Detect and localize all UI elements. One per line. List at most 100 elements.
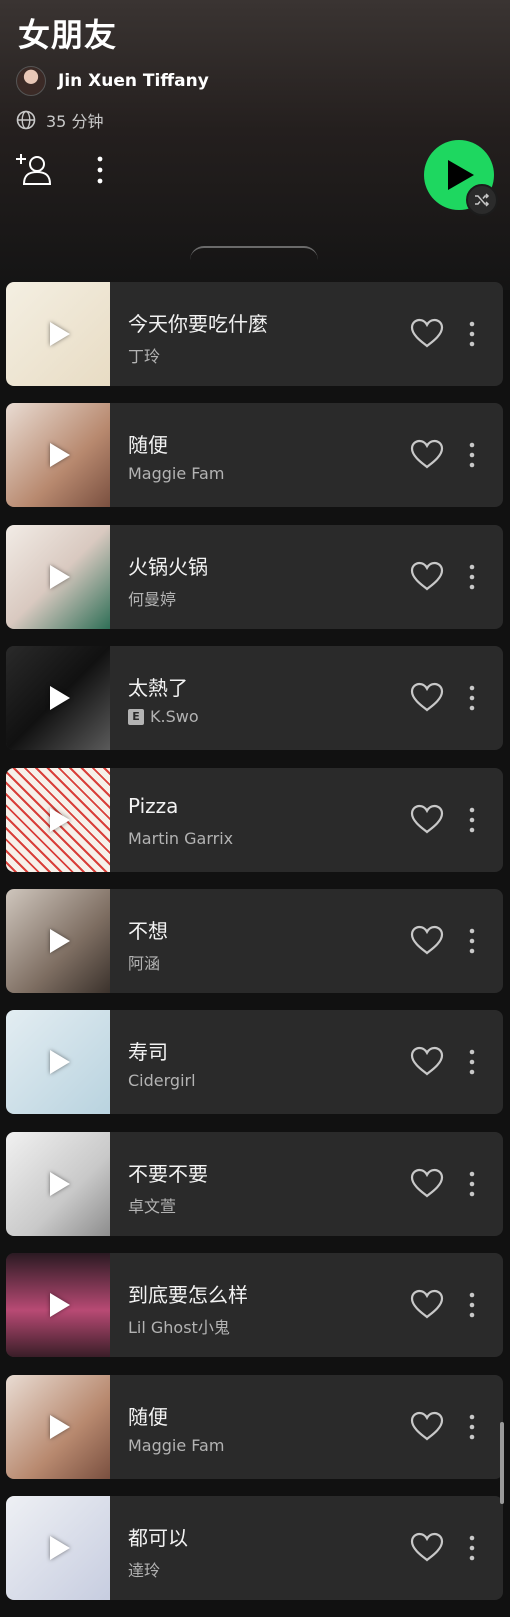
artist-name: 達玲 <box>128 1560 161 1580</box>
track-artist: Cidergirl <box>128 1071 196 1090</box>
track-title: 太熱了 <box>128 676 188 701</box>
album-cover[interactable] <box>6 888 110 993</box>
album-cover[interactable] <box>6 1374 110 1479</box>
album-cover[interactable] <box>6 1495 110 1600</box>
play-icon[interactable] <box>50 1171 70 1196</box>
like-button[interactable] <box>410 682 444 716</box>
track-more-button[interactable] <box>468 1170 476 1202</box>
track-more-button[interactable] <box>468 927 476 959</box>
track-more-button[interactable] <box>468 1291 476 1323</box>
like-button[interactable] <box>410 318 444 352</box>
album-cover[interactable] <box>6 767 110 872</box>
track-title: 不想 <box>128 918 168 943</box>
play-icon[interactable] <box>50 1050 70 1075</box>
track-row[interactable]: 太熱了 E K.Swo <box>6 646 503 751</box>
play-icon[interactable] <box>50 564 70 589</box>
like-button[interactable] <box>410 439 444 473</box>
album-cover[interactable] <box>6 524 110 629</box>
track-more-button[interactable] <box>468 1413 476 1445</box>
track-artist: Lil Ghost小鬼 <box>128 1314 230 1338</box>
artist-name: Lil Ghost小鬼 <box>128 1318 230 1338</box>
add-collaborator-button[interactable] <box>15 152 53 190</box>
album-cover[interactable] <box>6 646 110 751</box>
heart-icon <box>410 925 444 955</box>
track-artist: 達玲 <box>128 1557 160 1581</box>
track-more-button[interactable] <box>468 1048 476 1080</box>
like-button[interactable] <box>410 1411 444 1445</box>
playlist-more-button[interactable] <box>96 155 104 189</box>
track-row[interactable]: 到底要怎么样 Lil Ghost小鬼 <box>6 1253 503 1358</box>
track-more-button[interactable] <box>468 684 476 716</box>
artist-name: Maggie Fam <box>128 1435 225 1455</box>
track-artist: 丁玲 <box>128 343 160 367</box>
track-title: 随便 <box>128 1404 168 1429</box>
track-row[interactable]: 都可以 達玲 <box>6 1495 503 1600</box>
play-icon[interactable] <box>50 686 70 711</box>
play-icon[interactable] <box>50 443 70 468</box>
track-row[interactable]: 寿司 Cidergirl <box>6 1010 503 1115</box>
track-more-button[interactable] <box>468 320 476 352</box>
like-button[interactable] <box>410 1289 444 1323</box>
track-more-button[interactable] <box>468 563 476 595</box>
track-artist: 何曼婷 <box>128 586 176 610</box>
track-row[interactable]: 今天你要吃什麼 丁玲 <box>6 282 503 386</box>
like-button[interactable] <box>410 1168 444 1202</box>
track-row[interactable]: 随便 Maggie Fam <box>6 403 503 508</box>
artist-name: Maggie Fam <box>128 464 225 484</box>
track-more-button[interactable] <box>468 441 476 473</box>
more-icon <box>469 443 475 468</box>
globe-icon <box>16 110 36 130</box>
track-row[interactable]: 随便 Maggie Fam <box>6 1374 503 1479</box>
heart-icon <box>410 318 444 348</box>
like-button[interactable] <box>410 1532 444 1566</box>
play-icon[interactable] <box>50 1535 70 1560</box>
more-icon <box>469 807 475 832</box>
heart-icon <box>410 1168 444 1198</box>
heart-icon <box>410 1290 444 1319</box>
album-cover[interactable] <box>6 403 110 508</box>
avatar[interactable] <box>16 66 46 96</box>
artist-name: Cidergirl <box>128 1071 196 1091</box>
scrollbar[interactable] <box>500 1422 504 1504</box>
more-icon <box>469 1171 475 1197</box>
track-title: 到底要怎么样 <box>128 1283 248 1308</box>
play-icon[interactable] <box>50 807 70 832</box>
like-button[interactable] <box>410 925 444 959</box>
play-icon[interactable] <box>50 1293 70 1318</box>
artist-name: K.Swo <box>150 707 199 727</box>
shuffle-button[interactable] <box>466 184 498 216</box>
sheet-handle[interactable] <box>190 246 318 262</box>
track-more-button[interactable] <box>468 806 476 838</box>
owner-name[interactable]: Jin Xuen Tiffany <box>58 71 209 91</box>
track-title: Pizza <box>128 793 179 818</box>
album-cover[interactable] <box>6 1253 110 1358</box>
like-button[interactable] <box>410 804 444 838</box>
track-row[interactable]: Pizza Martin Garrix <box>6 767 503 872</box>
play-icon[interactable] <box>50 322 70 346</box>
track-artist: 阿涵 <box>128 950 160 974</box>
playlist-owner[interactable]: Jin Xuen Tiffany <box>16 66 209 96</box>
more-icon <box>469 1535 475 1561</box>
heart-icon <box>410 683 444 712</box>
play-icon[interactable] <box>50 1414 70 1439</box>
track-title: 火锅火锅 <box>128 554 208 579</box>
track-artist: Martin Garrix <box>128 829 233 848</box>
track-title: 不要不要 <box>128 1161 208 1186</box>
track-row[interactable]: 不要不要 卓文萱 <box>6 1131 503 1236</box>
track-artist: E K.Swo <box>128 707 199 726</box>
artist-name: 何曼婷 <box>128 589 177 609</box>
track-row[interactable]: 不想 阿涵 <box>6 888 503 993</box>
track-title: 寿司 <box>128 1040 168 1065</box>
like-button[interactable] <box>410 561 444 595</box>
album-cover[interactable] <box>6 1010 110 1115</box>
track-artist: 卓文萱 <box>128 1193 176 1217</box>
album-cover[interactable] <box>6 282 110 386</box>
track-row[interactable]: 火锅火锅 何曼婷 <box>6 524 503 629</box>
track-title: 今天你要吃什麼 <box>128 312 268 336</box>
play-icon[interactable] <box>50 928 70 953</box>
track-more-button[interactable] <box>468 1534 476 1566</box>
more-icon <box>469 564 475 590</box>
album-cover[interactable] <box>6 1131 110 1236</box>
more-icon <box>469 1292 475 1318</box>
like-button[interactable] <box>410 1046 444 1080</box>
